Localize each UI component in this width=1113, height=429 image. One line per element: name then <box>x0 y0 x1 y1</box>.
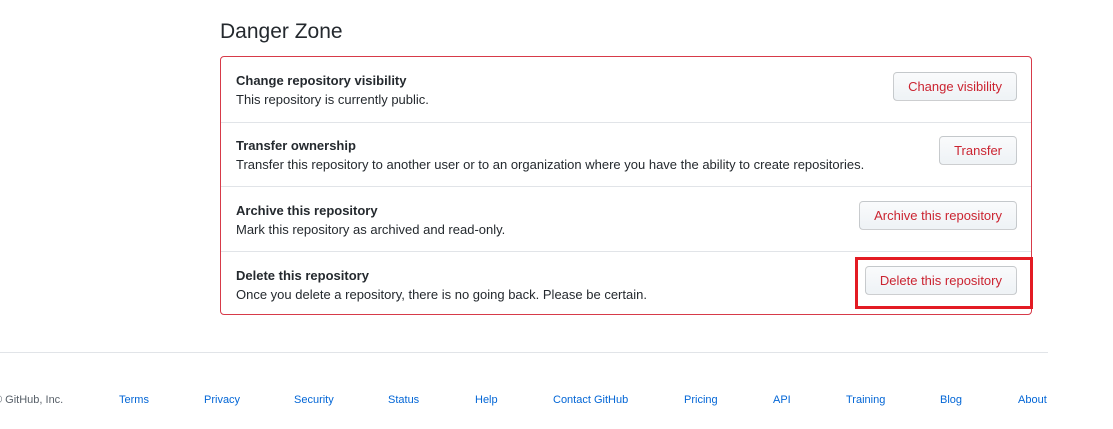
footer-link-status[interactable]: Status <box>388 394 419 406</box>
footer-link-help[interactable]: Help <box>475 394 498 406</box>
delete-row-title: Delete this repository <box>236 268 369 283</box>
transfer-row-title: Transfer ownership <box>236 138 356 153</box>
footer-copyright: © GitHub, Inc. <box>0 394 64 406</box>
footer-link-security[interactable]: Security <box>294 394 334 406</box>
danger-row-visibility: Change repository visibility This reposi… <box>221 57 1031 122</box>
archive-row-title: Archive this repository <box>236 203 378 218</box>
transfer-row-description: Transfer this repository to another user… <box>236 157 865 172</box>
settings-page: Danger Zone Change repository visibility… <box>0 0 1113 429</box>
footer-link-contact-github[interactable]: Contact GitHub <box>553 394 628 406</box>
footer-link-terms[interactable]: Terms <box>119 394 149 406</box>
footer-link-training[interactable]: Training <box>846 394 885 406</box>
footer-link-pricing[interactable]: Pricing <box>684 394 718 406</box>
delete-row-description: Once you delete a repository, there is n… <box>236 287 647 302</box>
delete-button-highlight <box>855 257 1033 309</box>
danger-row-transfer: Transfer ownership Transfer this reposit… <box>221 122 1031 186</box>
transfer-button[interactable]: Transfer <box>939 136 1017 165</box>
footer-link-about[interactable]: About <box>1018 394 1047 406</box>
visibility-row-description: This repository is currently public. <box>236 92 429 107</box>
footer-link-blog[interactable]: Blog <box>940 394 962 406</box>
archive-repository-button[interactable]: Archive this repository <box>859 201 1017 230</box>
archive-row-description: Mark this repository as archived and rea… <box>236 222 506 237</box>
danger-row-archive: Archive this repository Mark this reposi… <box>221 186 1031 251</box>
visibility-row-title: Change repository visibility <box>236 73 407 88</box>
danger-zone-heading: Danger Zone <box>220 20 343 43</box>
footer-divider <box>0 352 1048 353</box>
footer-link-privacy[interactable]: Privacy <box>204 394 240 406</box>
change-visibility-button[interactable]: Change visibility <box>893 72 1017 101</box>
footer-link-api[interactable]: API <box>773 394 791 406</box>
